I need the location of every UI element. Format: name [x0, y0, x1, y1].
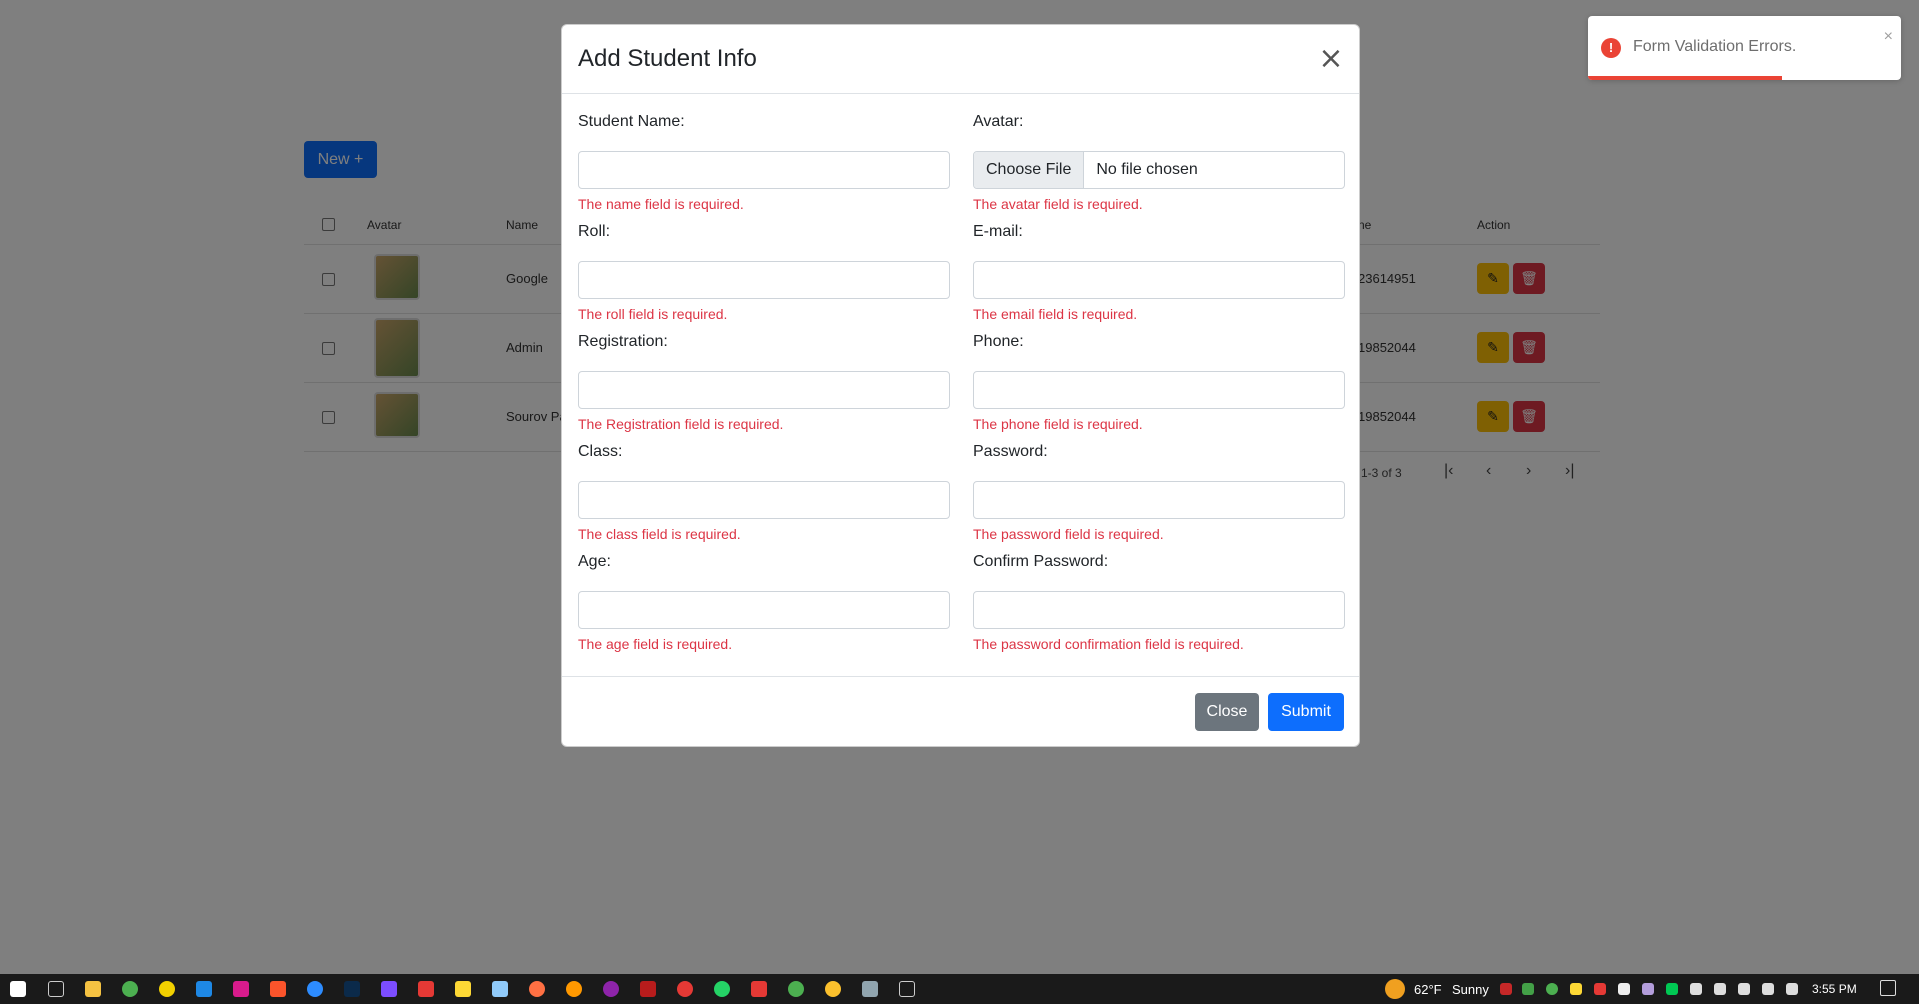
firefox-icon[interactable]	[566, 981, 582, 997]
file-explorer-icon[interactable]	[85, 981, 101, 997]
chrome-icon[interactable]	[122, 981, 138, 997]
roll-label: Roll:	[578, 223, 611, 240]
tray-icon[interactable]	[1738, 983, 1750, 995]
chrome-icon[interactable]	[825, 981, 841, 997]
student-name-error: The name field is required.	[578, 196, 744, 212]
figma-icon[interactable]	[381, 981, 397, 997]
password-label: Password:	[973, 443, 1048, 460]
weather-text[interactable]: Sunny	[1452, 982, 1489, 997]
task-view-icon[interactable]	[48, 981, 64, 997]
age-error: The age field is required.	[578, 636, 733, 652]
tray-icon[interactable]	[1594, 983, 1606, 995]
brave-icon[interactable]	[270, 981, 286, 997]
class-error: The class field is required.	[578, 526, 741, 542]
windows-taskbar: 62°F Sunny 3:55 PM	[0, 974, 1919, 1004]
class-input[interactable]	[578, 481, 950, 519]
close-icon[interactable]: ×	[1317, 44, 1345, 74]
network-icon[interactable]	[1762, 983, 1774, 995]
password-group: Password: The password field is required…	[973, 443, 1345, 542]
roll-input[interactable]	[578, 261, 950, 299]
class-label: Class:	[578, 443, 623, 460]
app-icon[interactable]	[455, 981, 471, 997]
confirm-password-error: The password confirmation field is requi…	[973, 636, 1244, 652]
age-group: Age: The age field is required.	[578, 553, 950, 652]
close-button[interactable]: Close	[1195, 693, 1259, 731]
tray-icon[interactable]	[1618, 983, 1630, 995]
error-icon: !	[1601, 38, 1621, 58]
age-label: Age:	[578, 553, 611, 570]
tray-icon[interactable]	[1500, 983, 1512, 995]
app-icon[interactable]	[751, 981, 767, 997]
tray-icon[interactable]	[1642, 983, 1654, 995]
toast-message: Form Validation Errors.	[1633, 38, 1797, 55]
tray-icon[interactable]	[1522, 983, 1534, 995]
password-input[interactable]	[973, 481, 1345, 519]
email-group: E-mail: The email field is required.	[973, 223, 1345, 322]
tray-icon[interactable]	[1546, 983, 1558, 995]
messenger-icon[interactable]	[603, 981, 619, 997]
modal-title: Add Student Info	[578, 45, 757, 72]
phone-input[interactable]	[973, 371, 1345, 409]
registration-error: The Registration field is required.	[578, 416, 784, 432]
registration-label: Registration:	[578, 333, 668, 350]
avatar-label: Avatar:	[973, 113, 1024, 130]
email-label: E-mail:	[973, 223, 1023, 240]
app-icon[interactable]	[529, 981, 545, 997]
confirm-password-group: Confirm Password: The password confirmat…	[973, 553, 1345, 652]
email-error: The email field is required.	[973, 306, 1138, 322]
app-icon[interactable]	[233, 981, 249, 997]
volume-icon[interactable]	[1786, 983, 1798, 995]
windows-start-icon[interactable]	[10, 981, 26, 997]
student-name-input[interactable]	[578, 151, 950, 189]
toast-progress-bar	[1588, 76, 1783, 80]
app-icon[interactable]	[159, 981, 175, 997]
tray-icon[interactable]	[1666, 983, 1678, 995]
submit-button[interactable]: Submit	[1268, 693, 1344, 731]
vscode-icon[interactable]	[196, 981, 212, 997]
weather-temp[interactable]: 62°F	[1414, 982, 1442, 997]
age-input[interactable]	[578, 591, 950, 629]
phone-group: Phone: The phone field is required.	[973, 333, 1345, 432]
roll-group: Roll: The roll field is required.	[578, 223, 950, 322]
whatsapp-icon[interactable]	[714, 981, 730, 997]
record-icon[interactable]	[677, 981, 693, 997]
modal-header: Add Student Info ×	[562, 25, 1359, 94]
app-icon[interactable]	[418, 981, 434, 997]
choose-file-button[interactable]: Choose File	[974, 152, 1085, 188]
add-student-modal: Add Student Info × Student Name: The nam…	[561, 24, 1360, 747]
app-icon[interactable]	[307, 981, 323, 997]
error-toast: ! Form Validation Errors. ×	[1588, 16, 1901, 80]
notification-icon[interactable]	[1880, 980, 1896, 996]
student-name-group: Student Name: The name field is required…	[578, 113, 950, 212]
confirm-password-label: Confirm Password:	[973, 553, 1109, 570]
tray-icon[interactable]	[1714, 983, 1726, 995]
avatar-group: Avatar: Choose File No file chosen The a…	[973, 113, 1345, 212]
email-input[interactable]	[973, 261, 1345, 299]
filezilla-icon[interactable]	[640, 981, 656, 997]
registration-group: Registration: The Registration field is …	[578, 333, 950, 432]
class-group: Class: The class field is required.	[578, 443, 950, 542]
file-status-text: No file chosen	[1096, 161, 1198, 178]
app-icon[interactable]	[492, 981, 508, 997]
calculator-icon[interactable]	[862, 981, 878, 997]
terminal-icon[interactable]	[899, 981, 915, 997]
phone-error: The phone field is required.	[973, 416, 1143, 432]
tray-icon[interactable]	[1690, 983, 1702, 995]
weather-sun-icon	[1385, 979, 1405, 999]
modal-footer: Close Submit	[562, 676, 1359, 746]
toast-close-icon[interactable]: ×	[1884, 28, 1893, 46]
avatar-file-input[interactable]: Choose File No file chosen	[973, 151, 1345, 189]
tray-icon[interactable]	[1570, 983, 1582, 995]
chrome-icon[interactable]	[788, 981, 804, 997]
student-name-label: Student Name:	[578, 113, 685, 130]
avatar-error: The avatar field is required.	[973, 196, 1143, 212]
password-error: The password field is required.	[973, 526, 1164, 542]
confirm-password-input[interactable]	[973, 591, 1345, 629]
photoshop-icon[interactable]	[344, 981, 360, 997]
clock[interactable]: 3:55 PM	[1812, 982, 1857, 996]
phone-label: Phone:	[973, 333, 1024, 350]
registration-input[interactable]	[578, 371, 950, 409]
roll-error: The roll field is required.	[578, 306, 728, 322]
